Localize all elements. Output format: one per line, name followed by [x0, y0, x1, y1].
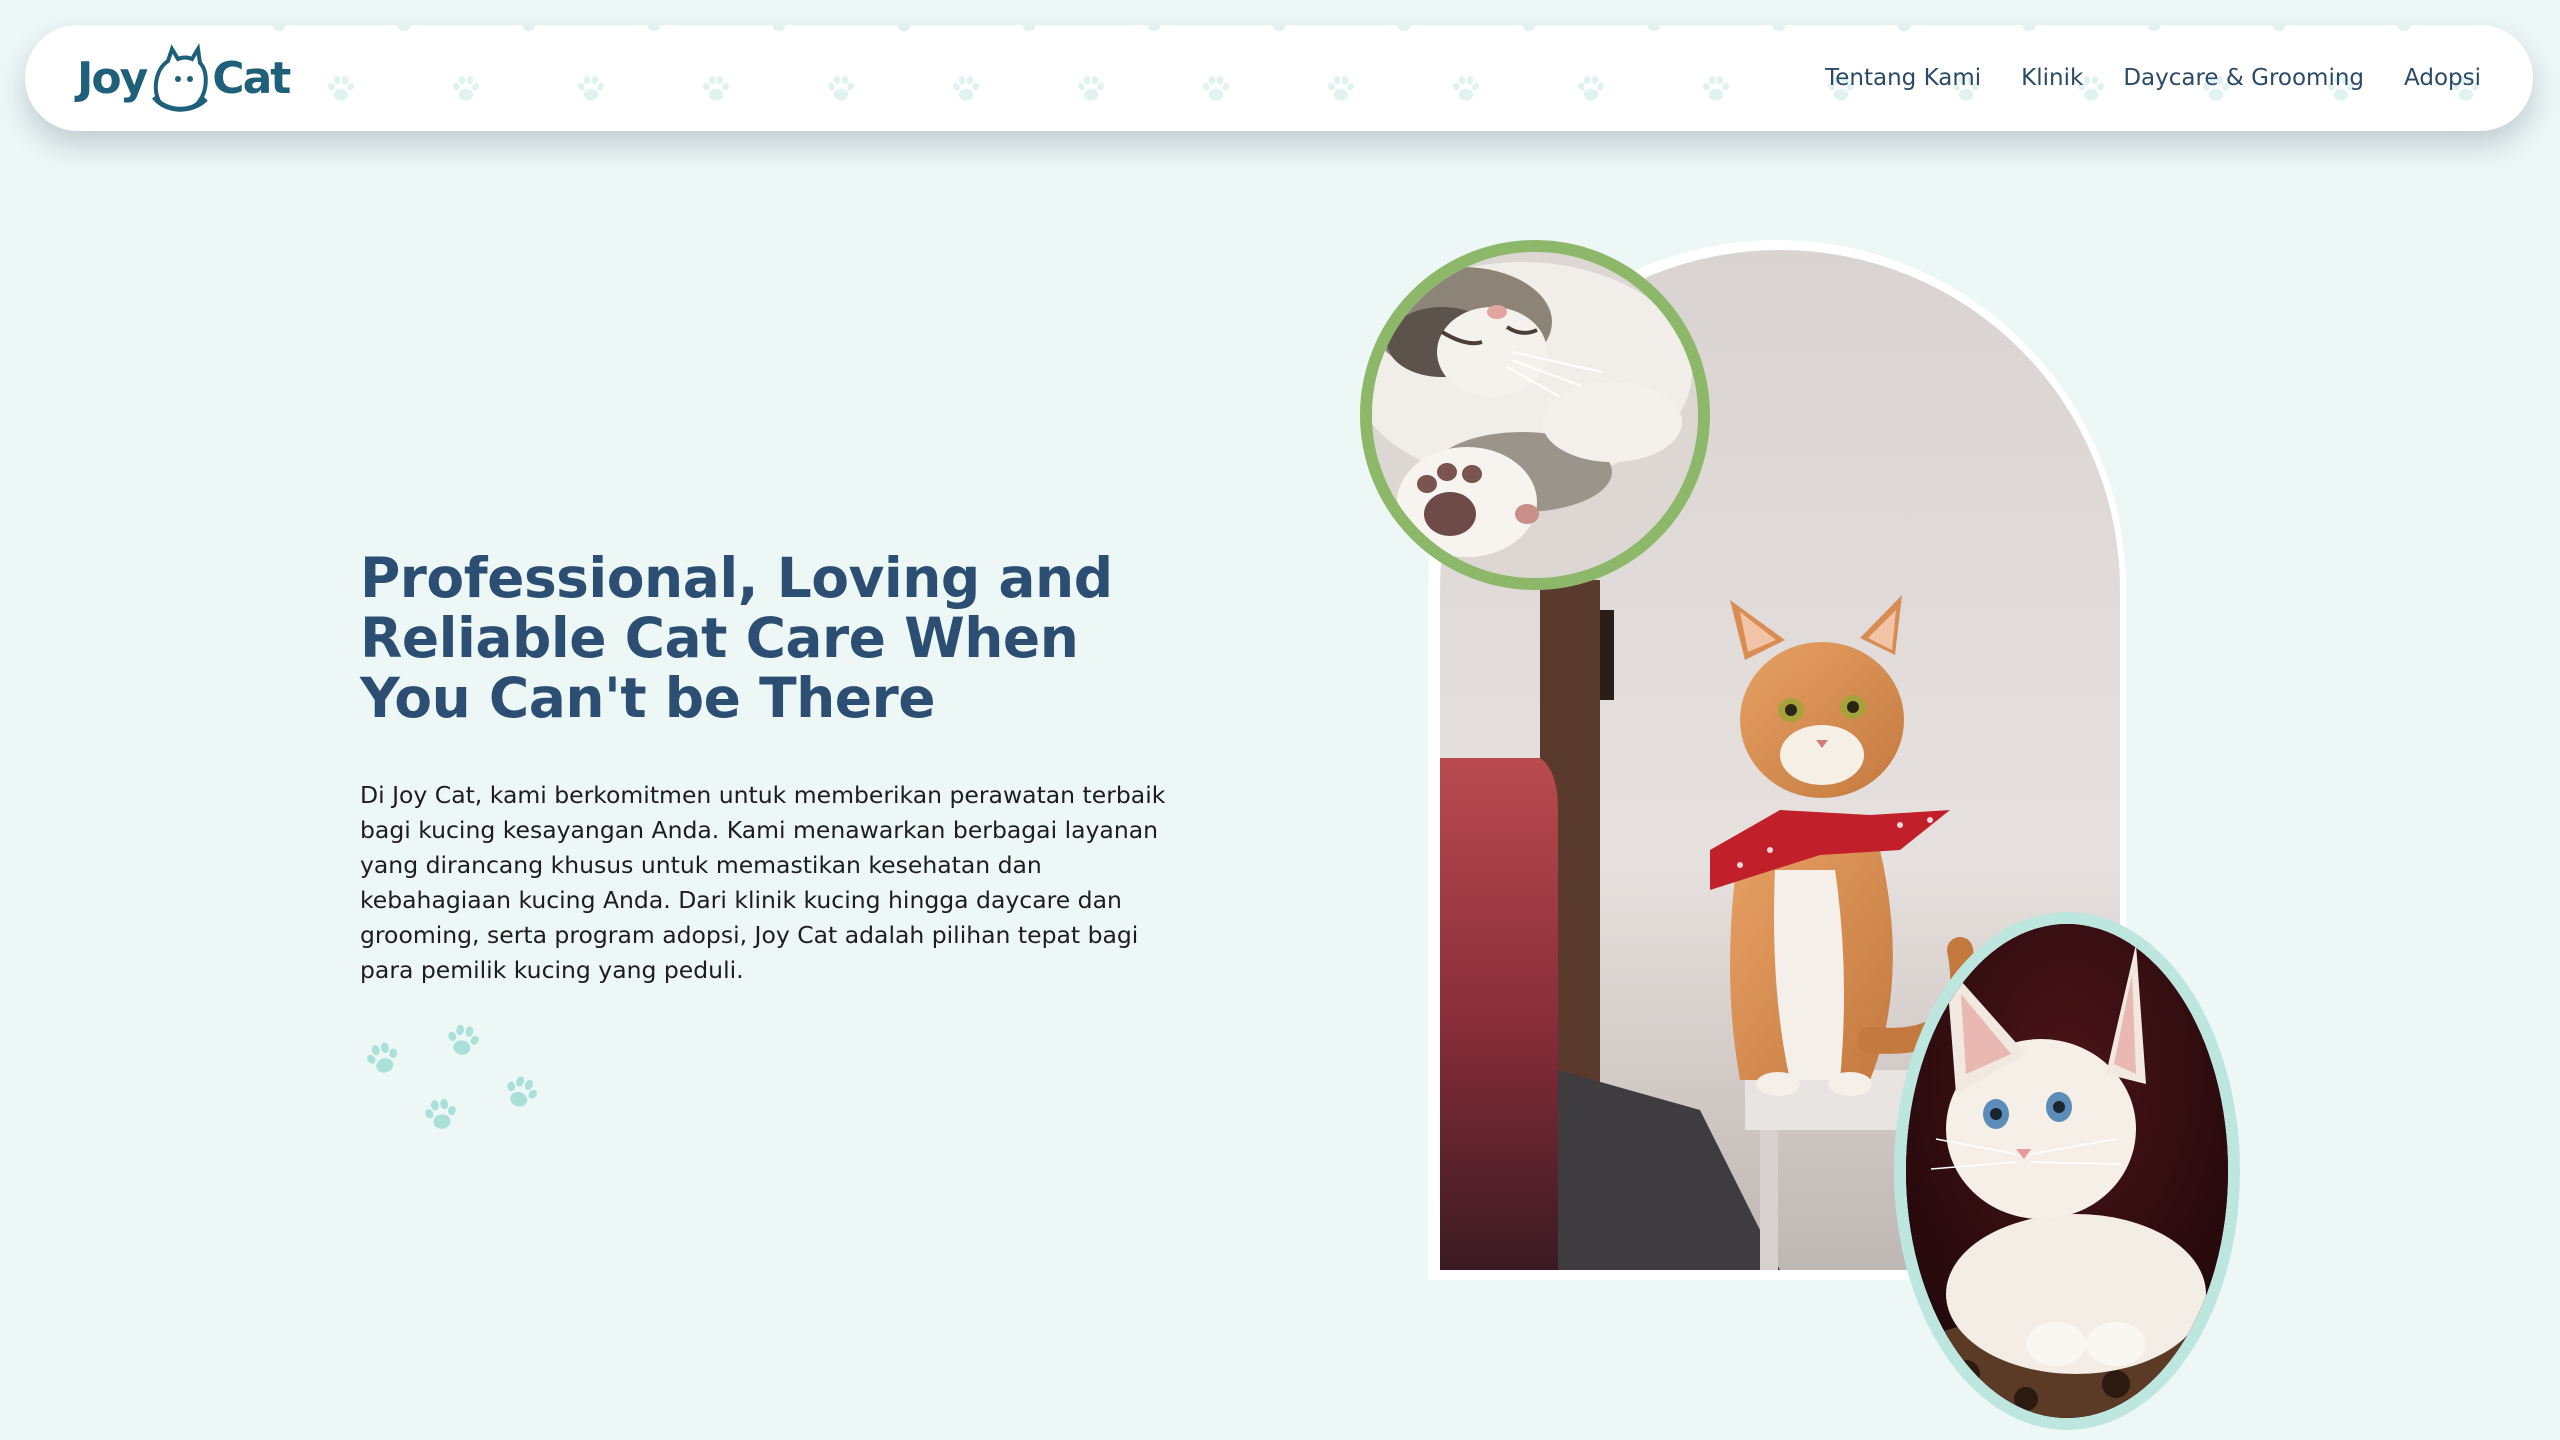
- nav-link-adopsi[interactable]: Adopsi: [2404, 65, 2481, 91]
- paw-print-icon: [1201, 75, 1231, 101]
- logo-text-cat: Cat: [212, 52, 291, 104]
- paw-print-icon: [1701, 75, 1731, 101]
- cat-logo-icon: [152, 43, 209, 112]
- nav-link-tentang-kami[interactable]: Tentang Kami: [1825, 65, 1981, 91]
- paw-print-icon: [1766, 25, 1792, 32]
- paw-print-icon: [1451, 75, 1481, 101]
- hero-description: Di Joy Cat, kami berkomitmen untuk membe…: [360, 781, 1166, 984]
- top-navbar: Joy Cat Tentang Kami Klinik Daycare & Gr…: [25, 25, 2533, 131]
- paw-print-icon: [362, 1039, 403, 1077]
- paw-print-icon: [1076, 75, 1106, 101]
- paw-print-icon: [951, 75, 981, 101]
- logo-text-joy: Joy: [77, 52, 148, 104]
- white-kitten-photo: [1894, 912, 2240, 1430]
- paw-print-icon: [1641, 25, 1667, 32]
- paw-print-icon: [516, 25, 542, 32]
- main-nav: Tentang Kami Klinik Daycare & Grooming A…: [1825, 25, 2481, 131]
- paw-print-icon: [1266, 25, 1292, 32]
- paw-print-icon: [422, 1097, 460, 1131]
- paw-print-icon: [451, 75, 481, 101]
- paw-print-icon: [1391, 25, 1417, 32]
- paw-print-icon: [891, 25, 917, 32]
- paw-print-icon: [701, 75, 731, 101]
- hero-title: Professional, Loving and Reliable Cat Ca…: [360, 546, 1113, 730]
- paw-print-icon: [266, 25, 292, 32]
- paw-prints-decoration: [362, 1022, 543, 1131]
- paw-print-icon: [1576, 75, 1606, 101]
- paw-print-icon: [444, 1022, 483, 1058]
- joycat-logo[interactable]: Joy Cat: [77, 39, 291, 117]
- nav-link-klinik[interactable]: Klinik: [2021, 65, 2083, 91]
- paw-print-icon: [391, 25, 417, 32]
- paw-print-icon: [1016, 25, 1042, 32]
- paw-print-icon: [326, 75, 356, 101]
- paw-print-icon: [500, 1072, 543, 1112]
- paw-print-icon: [766, 25, 792, 32]
- paw-print-icon: [1326, 75, 1356, 101]
- paw-print-icon: [2516, 25, 2533, 32]
- paw-print-icon: [1516, 25, 1542, 32]
- sleeping-kitten-photo: [1360, 240, 1710, 590]
- paw-print-icon: [576, 75, 606, 101]
- paw-print-icon: [641, 25, 667, 32]
- nav-link-daycare-grooming[interactable]: Daycare & Grooming: [2123, 65, 2364, 91]
- paw-print-icon: [826, 75, 856, 101]
- paw-print-icon: [1141, 25, 1167, 32]
